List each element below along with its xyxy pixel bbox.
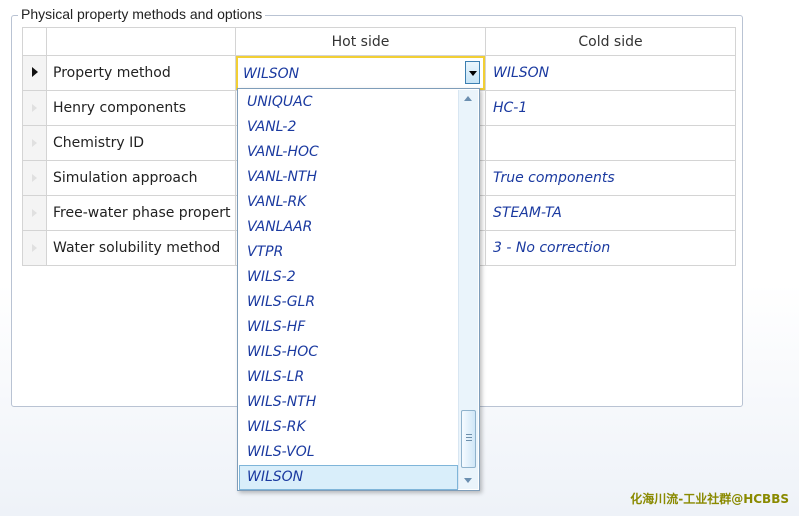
- dropdown-item[interactable]: WILS-VOL: [239, 440, 458, 465]
- cold-side-cell[interactable]: HC-1: [485, 90, 736, 126]
- scrollbar-thumb[interactable]: [461, 410, 476, 468]
- dropdown-item[interactable]: WILS-LR: [239, 365, 458, 390]
- property-method-combobox[interactable]: WILSON: [236, 56, 485, 90]
- scroll-up-icon[interactable]: [459, 90, 478, 107]
- dropdown-item[interactable]: VTPR: [239, 240, 458, 265]
- table-row[interactable]: Property method WILSON WILSON: [22, 55, 736, 91]
- cold-side-cell[interactable]: True components: [485, 160, 736, 196]
- dropdown-item[interactable]: VANL-NTH: [239, 165, 458, 190]
- row-arrow-icon: [32, 139, 37, 147]
- row-label: Property method: [46, 55, 236, 91]
- dropdown-item[interactable]: WILS-HF: [239, 315, 458, 340]
- row-arrow-icon: [32, 244, 37, 252]
- scroll-down-icon[interactable]: [459, 472, 478, 489]
- row-selector[interactable]: [22, 160, 47, 196]
- row-arrow-icon: [32, 104, 37, 112]
- cold-side-cell[interactable]: [485, 125, 736, 161]
- row-selector[interactable]: [22, 195, 47, 231]
- dropdown-arrow-icon[interactable]: [465, 61, 480, 84]
- cold-side-header[interactable]: Cold side: [485, 27, 736, 56]
- dropdown-item[interactable]: WILS-RK: [239, 415, 458, 440]
- row-selector-header: [22, 27, 47, 56]
- row-arrow-icon: [32, 209, 37, 217]
- dropdown-item[interactable]: WILS-GLR: [239, 290, 458, 315]
- hot-property-method-cell[interactable]: WILSON: [235, 55, 486, 91]
- dropdown-items: UNIQUAC VANL-2 VANL-HOC VANL-NTH VANL-RK…: [239, 90, 458, 490]
- dropdown-item[interactable]: VANL-RK: [239, 190, 458, 215]
- current-row-arrow-icon: [31, 67, 38, 77]
- row-label: Simulation approach: [46, 160, 236, 196]
- row-selector[interactable]: [22, 230, 47, 266]
- cold-property-method-cell[interactable]: WILSON: [485, 55, 736, 91]
- row-label: Henry components: [46, 90, 236, 126]
- grip-icon: [466, 434, 472, 443]
- row-arrow-icon: [32, 174, 37, 182]
- dropdown-item[interactable]: VANLAAR: [239, 215, 458, 240]
- dropdown-item[interactable]: WILS-NTH: [239, 390, 458, 415]
- dropdown-item[interactable]: WILS-HOC: [239, 340, 458, 365]
- cold-side-cell[interactable]: 3 - No correction: [485, 230, 736, 266]
- dropdown-item[interactable]: UNIQUAC: [239, 90, 458, 115]
- cold-side-cell[interactable]: STEAM-TA: [485, 195, 736, 231]
- row-selector-active[interactable]: [22, 55, 47, 91]
- row-label: Free-water phase propert: [46, 195, 236, 231]
- dropdown-scrollbar[interactable]: [458, 90, 478, 489]
- dropdown-item[interactable]: VANL-HOC: [239, 140, 458, 165]
- groupbox-title: Physical property methods and options: [18, 6, 266, 22]
- grid-header-row: Hot side Cold side: [22, 27, 736, 56]
- property-method-dropdown-list[interactable]: UNIQUAC VANL-2 VANL-HOC VANL-NTH VANL-RK…: [237, 88, 480, 491]
- row-selector[interactable]: [22, 125, 47, 161]
- hot-side-header[interactable]: Hot side: [235, 27, 486, 56]
- row-selector[interactable]: [22, 90, 47, 126]
- dropdown-item[interactable]: VANL-2: [239, 115, 458, 140]
- dropdown-item[interactable]: WILS-2: [239, 265, 458, 290]
- dropdown-item-selected[interactable]: WILSON: [239, 465, 458, 490]
- watermark: 化海川流-工业社群@HCBBS: [630, 492, 789, 506]
- name-column-header: [46, 27, 236, 56]
- row-label: Chemistry ID: [46, 125, 236, 161]
- combobox-value: WILSON: [243, 66, 300, 82]
- row-label: Water solubility method: [46, 230, 236, 266]
